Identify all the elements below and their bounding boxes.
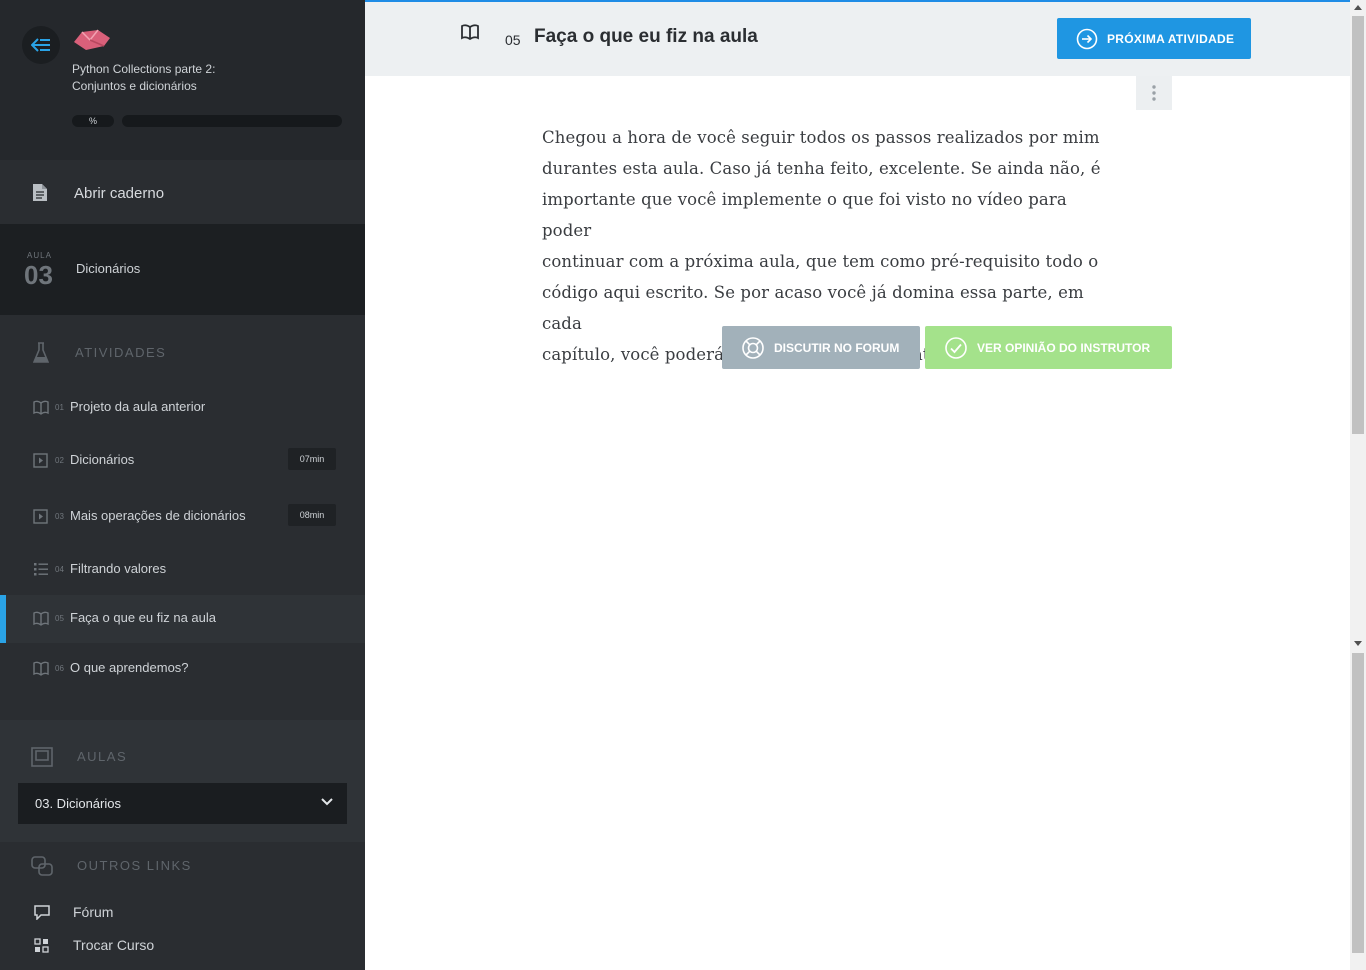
lessons-section-title: AULAS <box>77 749 128 764</box>
activity-number: 06 <box>55 664 64 673</box>
chat-icon <box>34 905 50 925</box>
activity-duration-badge: 07min <box>288 448 336 470</box>
activity-item-03[interactable]: 03 Mais operações de dicionários 08min <box>0 493 365 541</box>
document-icon <box>33 184 47 201</box>
other-links-section-title: OUTROS LINKS <box>77 858 192 873</box>
book-icon <box>33 400 49 420</box>
activity-number: 04 <box>55 565 64 574</box>
lesson-small-label: AULA <box>27 251 52 260</box>
scroll-up-arrow-icon[interactable] <box>1354 5 1362 10</box>
activity-number: 02 <box>55 456 64 465</box>
current-lesson: AULA 03 Dicionários <box>0 224 365 315</box>
lesson-number: 03 <box>24 260 53 290</box>
activity-label: Faça o que eu fiz na aula <box>70 610 216 625</box>
activity-item-04[interactable]: 04 Filtrando valores <box>0 546 365 594</box>
link-label: Trocar Curso <box>73 937 155 953</box>
course-title: Python Collections parte 2: Conjuntos e … <box>72 61 252 95</box>
activity-item-02[interactable]: 02 Dicionários 07min <box>0 437 365 485</box>
activity-item-06[interactable]: 06 O que aprendemos? <box>0 645 365 693</box>
video-icon <box>33 453 48 473</box>
flask-icon <box>33 342 49 363</box>
progress-percent: % <box>72 115 114 127</box>
open-notebook-label: Abrir caderno <box>74 185 165 202</box>
arrow-circle-right-icon <box>1076 28 1098 50</box>
grid-icon <box>34 938 49 958</box>
book-icon <box>33 611 49 631</box>
activity-number: 01 <box>55 403 64 412</box>
back-arrow-icon <box>31 38 50 52</box>
activity-number: 05 <box>505 32 521 48</box>
link-label: Fórum <box>73 904 114 920</box>
course-progress-bar <box>122 115 342 127</box>
content-line: continuar com a próxima aula, que tem co… <box>542 252 1099 271</box>
activities-section-title: ATIVIDADES <box>75 345 167 360</box>
link-forum[interactable]: Fórum <box>0 899 365 927</box>
course-logo-icon <box>74 29 110 50</box>
lesson-name: Dicionários <box>76 261 141 276</box>
discuss-forum-label: DISCUTIR NO FORUM <box>774 340 900 355</box>
lessons-icon <box>31 747 53 767</box>
lifebuoy-icon <box>741 336 765 360</box>
discuss-forum-button[interactable]: DISCUTIR NO FORUM <box>722 326 920 369</box>
active-indicator <box>0 595 6 643</box>
lesson-select-value: 03. Dicionários <box>35 796 121 811</box>
activity-duration-badge: 08min <box>288 504 336 526</box>
activity-header: 05 Faça o que eu fiz na aula PRÓXIMA ATI… <box>365 2 1350 76</box>
scroll-thumb[interactable] <box>1352 16 1364 434</box>
activity-label: Projeto da aula anterior <box>70 399 206 414</box>
next-activity-button[interactable]: PRÓXIMA ATIVIDADE <box>1057 18 1251 59</box>
instructor-opinion-button[interactable]: VER OPINIÃO DO INSTRUTOR <box>925 326 1172 369</box>
activity-label: O que aprendemos? <box>70 660 189 675</box>
activity-label: Filtrando valores <box>70 561 167 576</box>
course-title-line2: Conjuntos e dicionários <box>72 79 197 93</box>
book-icon <box>33 661 49 681</box>
chevron-down-icon <box>321 798 333 806</box>
page-title: Faça o que eu fiz na aula <box>534 26 758 47</box>
link-trocar-curso[interactable]: Trocar Curso <box>0 932 365 960</box>
content-line: Chegou a hora de você seguir todos os pa… <box>542 128 1100 147</box>
course-title-line1: Python Collections parte 2: <box>72 62 216 76</box>
activity-label: Mais operações de dicionários <box>70 508 246 523</box>
video-icon <box>33 509 48 529</box>
content-line: durantes esta aula. Caso já tenha feito,… <box>542 159 1101 178</box>
vertical-dots-icon <box>1152 85 1156 101</box>
open-notebook-link[interactable]: Abrir caderno <box>0 160 365 224</box>
lesson-select[interactable]: 03. Dicionários <box>18 783 347 824</box>
sidebar: Python Collections parte 2: Conjuntos e … <box>0 0 365 970</box>
course-header: Python Collections parte 2: Conjuntos e … <box>0 0 365 160</box>
activity-number: 05 <box>55 614 64 623</box>
scroll-down-arrow-icon[interactable] <box>1354 641 1362 646</box>
content-line: importante que você implemente o que foi… <box>542 190 1067 240</box>
next-activity-label: PRÓXIMA ATIVIDADE <box>1107 31 1235 46</box>
activity-item-01[interactable]: 01 Projeto da aula anterior <box>0 384 365 432</box>
list-icon <box>33 562 49 582</box>
back-button[interactable] <box>22 26 60 64</box>
links-icon <box>31 856 53 876</box>
check-circle-icon <box>944 336 968 360</box>
activity-number: 03 <box>55 512 64 521</box>
book-icon <box>461 24 479 40</box>
activity-label: Dicionários <box>70 452 135 467</box>
scroll-thumb-secondary[interactable] <box>1352 653 1364 953</box>
page-scrollbar[interactable] <box>1350 0 1366 970</box>
activity-item-05[interactable]: 05 Faça o que eu fiz na aula <box>0 595 365 643</box>
more-options-button[interactable] <box>1136 76 1172 110</box>
instructor-opinion-label: VER OPINIÃO DO INSTRUTOR <box>977 340 1151 355</box>
